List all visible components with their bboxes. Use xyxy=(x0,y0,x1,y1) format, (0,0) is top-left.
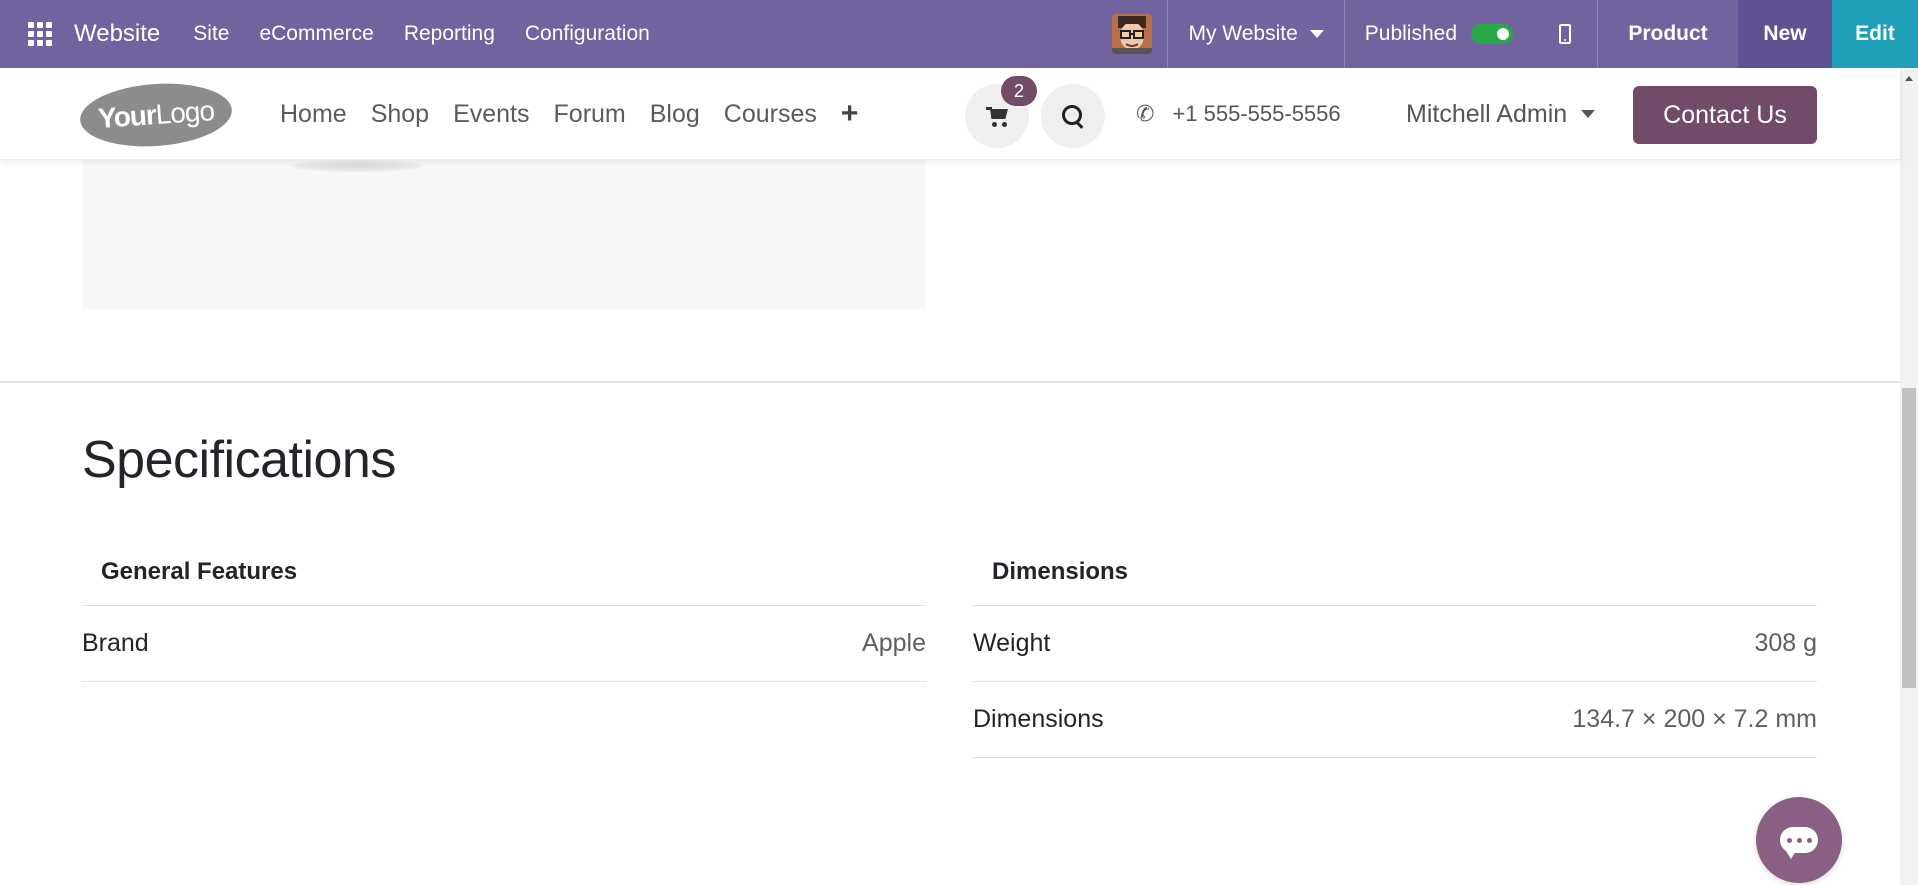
product-button[interactable]: Product xyxy=(1598,0,1738,68)
spec-group-dimensions: Dimensions Weight 308 g Dimensions 134.7… xyxy=(973,538,1817,758)
spec-row: Weight 308 g xyxy=(973,606,1817,682)
spec-group-general: General Features Brand Apple xyxy=(82,538,926,682)
site-logo[interactable]: Your Logo xyxy=(78,78,234,152)
scroll-up-arrow-icon[interactable] xyxy=(1905,76,1913,81)
website-selector[interactable]: My Website xyxy=(1168,0,1343,68)
nav-blog[interactable]: Blog xyxy=(638,100,712,129)
menu-reporting[interactable]: Reporting xyxy=(389,22,510,46)
website-selector-label: My Website xyxy=(1188,22,1298,45)
logo-text: Logo xyxy=(154,94,215,130)
edit-button[interactable]: Edit xyxy=(1832,0,1918,68)
nav-courses[interactable]: Courses xyxy=(712,100,829,129)
app-brand[interactable]: Website xyxy=(74,20,160,48)
spec-row: Brand Apple xyxy=(82,606,926,682)
logo-text-bold: Your xyxy=(97,99,157,135)
section-divider xyxy=(0,381,1900,383)
top-menu: Site eCommerce Reporting Configuration xyxy=(178,22,665,46)
published-label: Published xyxy=(1364,22,1457,45)
nav-shop[interactable]: Shop xyxy=(359,100,441,129)
main-nav: Home Shop Events Forum Blog Courses + xyxy=(268,68,870,160)
spec-row: Dimensions 134.7 × 200 × 7.2 mm xyxy=(973,682,1817,758)
specifications-title: Specifications xyxy=(82,431,396,489)
contact-us-button[interactable]: Contact Us xyxy=(1633,86,1817,144)
published-control: Published xyxy=(1345,0,1533,68)
topbar-actions: My Website Published Product New Edit xyxy=(1097,0,1918,68)
add-menu-item-icon[interactable]: + xyxy=(829,97,871,131)
live-chat-button[interactable] xyxy=(1756,797,1842,883)
image-shadow xyxy=(292,160,422,172)
admin-navbar: Website Site eCommerce Reporting Configu… xyxy=(0,0,1918,68)
phone-number: +1 555-555-5556 xyxy=(1172,101,1341,126)
spec-label: Weight xyxy=(973,629,1051,657)
nav-events[interactable]: Events xyxy=(441,100,541,129)
avatar-button[interactable] xyxy=(1097,0,1167,68)
search-icon xyxy=(1062,105,1084,127)
scrollbar-thumb[interactable] xyxy=(1902,388,1916,688)
spec-label: Brand xyxy=(82,629,149,657)
spec-group-heading: Dimensions xyxy=(973,538,1817,606)
spec-value: 308 g xyxy=(1754,629,1817,657)
search-button[interactable] xyxy=(1041,84,1105,148)
page-scrollbar[interactable] xyxy=(1900,68,1918,885)
avatar-icon xyxy=(1112,14,1153,54)
new-button[interactable]: New xyxy=(1738,0,1832,68)
cart-count-badge: 2 xyxy=(1001,76,1037,106)
chat-icon xyxy=(1780,827,1818,859)
nav-forum[interactable]: Forum xyxy=(542,100,638,129)
mobile-preview-icon xyxy=(1559,24,1571,44)
cart-button[interactable]: 2 xyxy=(965,76,1037,148)
menu-site[interactable]: Site xyxy=(178,22,244,46)
phone-icon: ✆ xyxy=(1136,101,1155,126)
website-header: Your Logo Home Shop Events Forum Blog Cou… xyxy=(0,68,1900,160)
apps-grid-icon[interactable] xyxy=(28,22,52,46)
user-name: Mitchell Admin xyxy=(1406,99,1568,128)
spec-value: Apple xyxy=(862,629,926,657)
menu-configuration[interactable]: Configuration xyxy=(510,22,665,46)
product-image-area xyxy=(82,160,926,309)
published-toggle[interactable] xyxy=(1471,24,1513,44)
spec-value: 134.7 × 200 × 7.2 mm xyxy=(1572,705,1817,733)
spec-group-heading: General Features xyxy=(82,538,926,606)
spec-label: Dimensions xyxy=(973,705,1104,733)
phone-contact[interactable]: ✆ +1 555-555-5556 xyxy=(1136,68,1341,160)
chevron-down-icon xyxy=(1309,30,1324,38)
user-menu[interactable]: Mitchell Admin xyxy=(1406,68,1596,160)
chevron-down-icon xyxy=(1581,110,1596,118)
mobile-preview-button[interactable] xyxy=(1533,0,1597,68)
cart-icon xyxy=(986,107,1008,127)
nav-home[interactable]: Home xyxy=(268,100,359,129)
menu-ecommerce[interactable]: eCommerce xyxy=(244,22,388,46)
